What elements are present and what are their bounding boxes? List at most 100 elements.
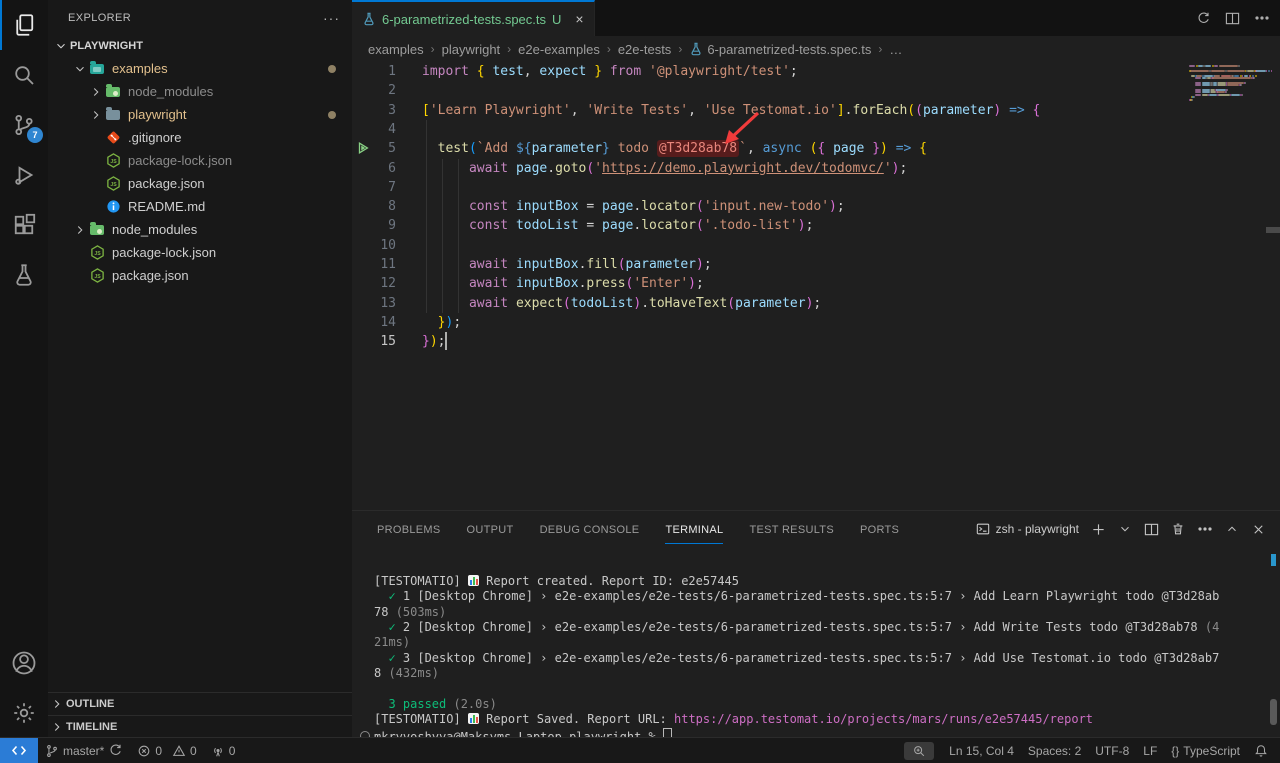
overview-scrollbar-thumb[interactable] [1266,227,1280,233]
new-terminal-icon[interactable] [1091,522,1106,537]
code-line-13[interactable]: 13 await expect(todoList).toHaveText(par… [352,294,1280,314]
git-branch-item[interactable]: master* [38,738,130,763]
remote-indicator[interactable] [0,738,38,763]
code-line-9[interactable]: 9 const todoList = page.locator('.todo-l… [352,216,1280,236]
minimap-line [1213,77,1251,79]
folder-node-icon [90,222,106,238]
breadcrumb-item[interactable]: … [889,42,902,57]
sidebar-title: EXPLORER [68,12,131,24]
code-line-10[interactable]: 10 [352,236,1280,256]
code-line-12[interactable]: 12 await inputBox.press('Enter'); [352,274,1280,294]
minimap-line [1190,70,1209,72]
code-line-5[interactable]: 5 test(`Add ${parameter} todo @T3d28ab78… [352,139,1280,159]
explorer-more-actions[interactable]: ··· [323,10,340,26]
code-editor[interactable]: 1import { test, expect } from '@playwrig… [352,62,1280,510]
minimap-line [1205,65,1211,67]
kill-terminal-icon[interactable] [1171,522,1185,536]
activity-account-icon[interactable] [0,638,48,688]
breadcrumb-item[interactable]: e2e-tests [618,42,671,57]
code-line-6[interactable]: 6 await page.goto('https://demo.playwrig… [352,159,1280,179]
code-line-2[interactable]: 2 [352,81,1280,101]
tree-item-examples[interactable]: examples [48,57,352,80]
synchronize-icon[interactable] [1196,11,1211,26]
notifications-item[interactable] [1247,744,1280,758]
tree-item-package-lock-json[interactable]: JSpackage-lock.json [48,149,352,172]
panel-tab-problems[interactable]: PROBLEMS [377,515,441,544]
encoding-item[interactable]: UTF-8 [1088,744,1136,758]
code-line-7[interactable]: 7 [352,178,1280,198]
bell-icon [1254,744,1268,758]
activity-settings-gear-icon[interactable] [0,688,48,738]
split-terminal-icon[interactable] [1144,522,1159,537]
activity-testing-flask-icon[interactable] [0,250,48,300]
minimap[interactable] [1185,65,1271,101]
text-cursor [445,332,447,350]
activity-source-control-icon[interactable]: 7 [0,100,48,150]
indentation-item[interactable]: Spaces: 2 [1021,744,1088,758]
breadcrumb-item[interactable]: playwright [442,42,501,57]
code-line-1[interactable]: 1import { test, expect } from '@playwrig… [352,62,1280,82]
language-item[interactable]: {} TypeScript [1164,744,1247,758]
activity-search-icon[interactable] [0,50,48,100]
maximize-panel-icon[interactable] [1225,522,1239,536]
sidebar-bottom-sections: OUTLINETIMELINE [48,692,352,738]
minimap-line [1253,77,1255,79]
code-line-11[interactable]: 11 await inputBox.fill(parameter); [352,255,1280,275]
code-line-14[interactable]: 14 }); [352,313,1280,333]
code-line-4[interactable]: 4 [352,120,1280,140]
panel-tab-output[interactable]: OUTPUT [467,515,514,544]
node-json-icon: JS [106,153,122,169]
section-outline[interactable]: OUTLINE [48,692,352,715]
split-editor-icon[interactable] [1225,11,1240,26]
close-tab-icon[interactable]: × [575,11,583,27]
panel-tab-test-results[interactable]: TEST RESULTS [749,515,834,544]
panel-tab-debug-console[interactable]: DEBUG CONSOLE [540,515,640,544]
more-actions-icon[interactable] [1254,10,1270,26]
node-json-icon: JS [90,268,106,284]
minimap-line [1218,84,1225,86]
tree-item-package-lock-json[interactable]: JSpackage-lock.json [48,241,352,264]
problems-item[interactable]: 0 0 [130,738,203,763]
status-bar: master* 0 0 0 Ln 15, Col 4 Spaces: 2 UTF… [0,737,1280,763]
section-timeline[interactable]: TIMELINE [48,715,352,738]
code-line-15[interactable]: 15}); [352,332,1280,352]
panel-tab-ports[interactable]: PORTS [860,515,899,544]
breadcrumb-item[interactable]: 6-parametrized-tests.spec.ts [689,42,871,57]
magnifier-plus-icon [912,744,926,758]
tree-item--gitignore[interactable]: .gitignore [48,126,352,149]
terminal-session-chip[interactable]: zsh - playwright [976,522,1079,536]
code-line-3[interactable]: 3['Learn Playwright', 'Write Tests', 'Us… [352,101,1280,121]
minimap-line [1195,94,1200,96]
activity-files-icon[interactable] [0,0,48,50]
workspace-section-header[interactable]: PLAYWRIGHT [48,35,352,57]
tree-item-node-modules[interactable]: node_modules [48,80,352,103]
activity-extensions-icon[interactable] [0,200,48,250]
terminal-scrollbar-thumb[interactable] [1270,699,1277,725]
panel-tab-terminal[interactable]: TERMINAL [665,515,723,544]
run-test-icon[interactable] [356,141,370,155]
chevron-down-icon [52,39,70,53]
terminal-output[interactable]: [TESTOMATIO] Report created. Report ID: … [352,551,1280,739]
activity-run-debug-icon[interactable] [0,150,48,200]
ports-item[interactable]: 0 [204,738,243,763]
line-col-item[interactable]: Ln 15, Col 4 [942,744,1021,758]
minimap-line [1202,84,1210,86]
minimap-line [1227,70,1245,72]
tree-item-playwright[interactable]: playwright [48,103,352,126]
scm-badge: 7 [27,127,43,143]
breadcrumb-item[interactable]: examples [368,42,424,57]
panel-more-icon[interactable] [1197,521,1213,537]
tree-item-readme-md[interactable]: README.md [48,195,352,218]
tree-item-package-json[interactable]: JSpackage.json [48,264,352,287]
close-panel-icon[interactable] [1251,522,1266,537]
zoom-indicator[interactable] [904,742,934,760]
terminal-line: ✓ 1 [Desktop Chrome] › e2e-examples/e2e-… [374,589,1266,604]
code-line-8[interactable]: 8 const inputBox = page.locator('input.n… [352,197,1280,217]
eol-item[interactable]: LF [1136,744,1164,758]
tree-item-node-modules[interactable]: node_modules [48,218,352,241]
tab-6-parametrized-tests[interactable]: 6-parametrized-tests.spec.ts U × [352,0,595,36]
tree-item-package-json[interactable]: JSpackage.json [48,172,352,195]
terminal-dropdown-icon[interactable] [1118,522,1132,536]
breadcrumb-item[interactable]: e2e-examples [518,42,600,57]
folder-plain-icon [106,107,122,123]
